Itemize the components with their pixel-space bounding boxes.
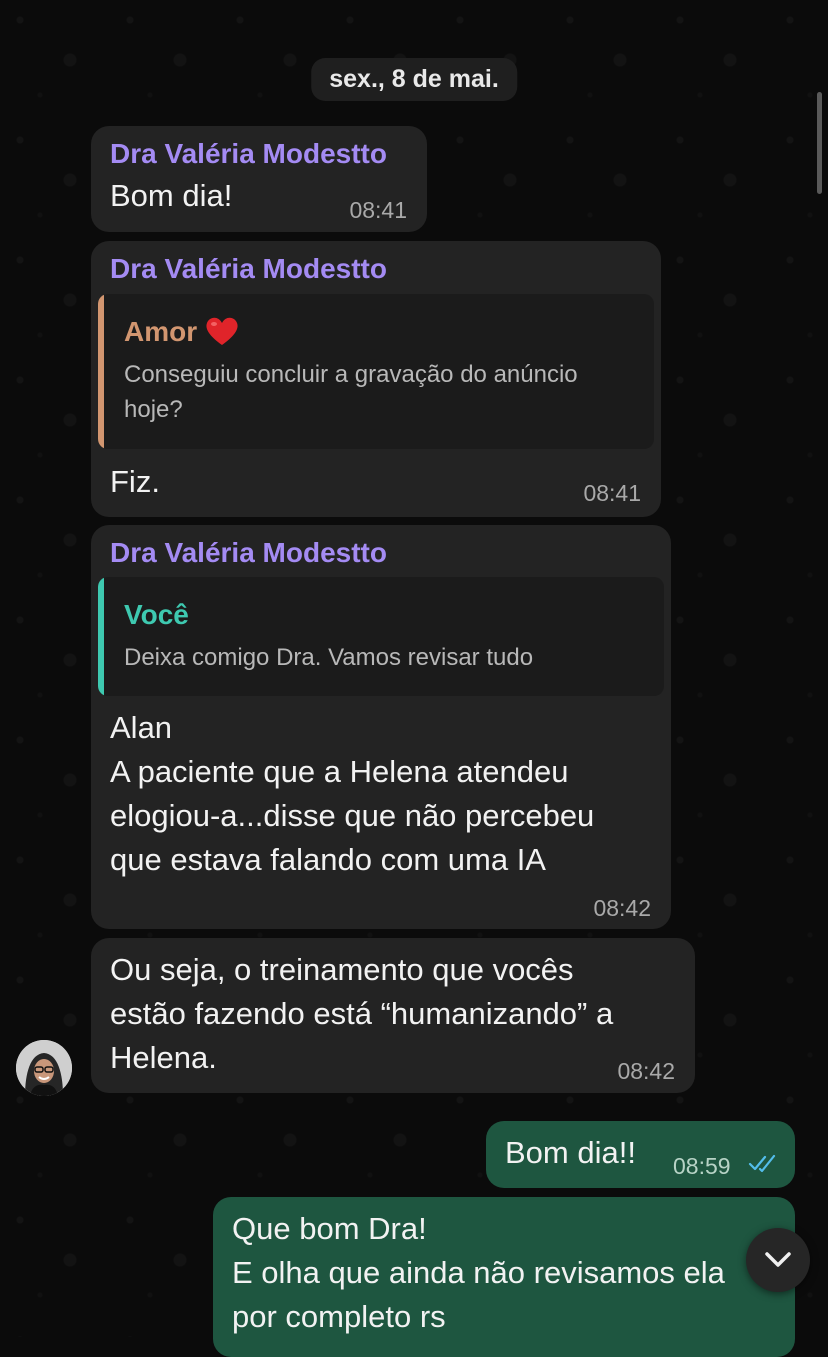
message-bubble-outgoing[interactable]: Bom dia!! 08:59 bbox=[486, 1121, 795, 1188]
message-time: 08:59 bbox=[673, 1153, 731, 1179]
message-time: 08:42 bbox=[617, 1058, 675, 1084]
quote-author: Você bbox=[124, 599, 189, 630]
sender-name[interactable]: Dra Valéria Modestto bbox=[110, 253, 387, 285]
red-heart-icon bbox=[206, 317, 238, 345]
message-text: Bom dia! bbox=[110, 178, 233, 213]
message-time: 08:41 bbox=[349, 197, 407, 223]
message-time: 08:42 bbox=[593, 895, 651, 921]
date-divider: sex., 8 de mai. bbox=[311, 58, 517, 101]
sender-name[interactable]: Dra Valéria Modestto bbox=[110, 537, 387, 569]
double-check-read-icon bbox=[748, 1154, 776, 1173]
message-text: Alan A paciente que a Helena atendeu elo… bbox=[110, 710, 595, 877]
message-bubble-incoming[interactable]: Dra Valéria Modestto Amor Conseguiu conc… bbox=[91, 241, 661, 517]
scroll-down-button[interactable] bbox=[746, 1228, 810, 1292]
quote-accent-bar bbox=[98, 577, 104, 696]
contact-photo bbox=[16, 1040, 72, 1096]
quote-accent-bar bbox=[98, 294, 104, 449]
message-time: 08:41 bbox=[583, 480, 641, 506]
message-bubble-incoming[interactable]: Ou seja, o treinamento que vocês estão f… bbox=[91, 938, 695, 1093]
message-bubble-outgoing[interactable]: Que bom Dra! E olha que ainda não revisa… bbox=[213, 1197, 795, 1357]
avatar[interactable] bbox=[16, 1040, 72, 1096]
quote-author: Amor bbox=[124, 316, 239, 348]
reply-quote[interactable]: Amor Conseguiu concluir a gravação do an… bbox=[98, 294, 654, 449]
quote-text: Deixa comigo Dra. Vamos revisar tudo bbox=[124, 644, 534, 671]
message-bubble-incoming[interactable]: Dra Valéria Modestto Bom dia! 08:41 bbox=[91, 126, 427, 232]
message-text: Fiz. bbox=[110, 464, 160, 499]
sender-name[interactable]: Dra Valéria Modestto bbox=[110, 138, 387, 170]
message-text: Ou seja, o treinamento que vocês estão f… bbox=[110, 952, 614, 1075]
reply-quote[interactable]: Você Deixa comigo Dra. Vamos revisar tud… bbox=[98, 577, 664, 696]
quote-author-name: Amor bbox=[124, 316, 198, 347]
message-text: Bom dia!! bbox=[505, 1135, 636, 1170]
message-bubble-incoming[interactable]: Dra Valéria Modestto Você Deixa comigo D… bbox=[91, 525, 671, 929]
scrollbar[interactable] bbox=[817, 92, 822, 194]
chevron-down-icon bbox=[765, 1252, 791, 1267]
quote-text: Conseguiu concluir a gravação do anúncio… bbox=[124, 361, 578, 423]
message-text: Que bom Dra! E olha que ainda não revisa… bbox=[232, 1211, 725, 1334]
